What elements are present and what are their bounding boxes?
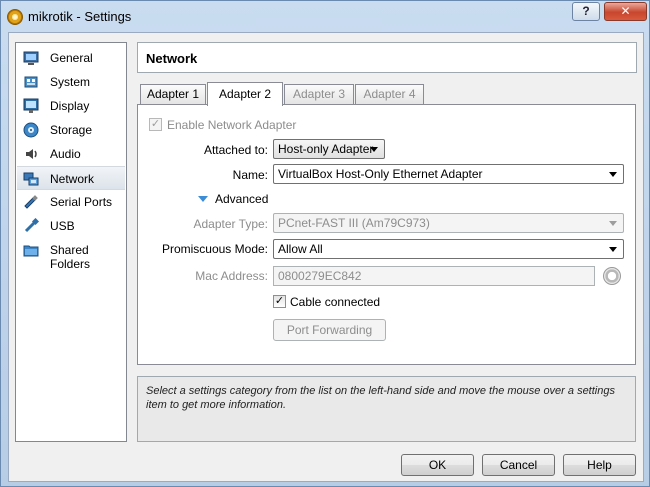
ok-button[interactable]: OK bbox=[401, 454, 474, 476]
shared-folders-icon bbox=[23, 245, 39, 257]
category-label: Display bbox=[50, 99, 90, 113]
audio-icon bbox=[26, 149, 37, 159]
tab-adapter-2[interactable]: Adapter 2 bbox=[207, 82, 283, 106]
category-item-general[interactable]: General bbox=[17, 46, 125, 70]
category-item-system[interactable]: System bbox=[17, 70, 125, 94]
dialog-client-area: General System Display Storage Audio Net… bbox=[8, 32, 644, 482]
adapter-type-select[interactable]: PCnet-FAST III (Am79C973) bbox=[273, 213, 624, 233]
chevron-down-icon bbox=[609, 221, 617, 226]
virtualbox-gear-icon bbox=[7, 9, 23, 25]
close-window-button[interactable]: ✕ bbox=[604, 2, 647, 21]
general-icon bbox=[23, 51, 39, 65]
port-forwarding-button[interactable]: Port Forwarding bbox=[273, 319, 386, 341]
cable-connected-label: Cable connected bbox=[290, 295, 381, 309]
chevron-down-icon bbox=[609, 172, 617, 177]
expand-triangle-icon[interactable] bbox=[198, 196, 208, 202]
category-label: Audio bbox=[50, 147, 81, 161]
category-item-network[interactable]: Network bbox=[17, 166, 125, 190]
tab-label: Adapter 3 bbox=[292, 87, 346, 101]
settings-window: mikrotik - Settings ? ✕ General System D… bbox=[0, 0, 650, 487]
category-label: Serial Ports bbox=[50, 195, 113, 209]
tab-adapter-3[interactable]: Adapter 3 bbox=[284, 84, 354, 105]
category-label: USB bbox=[50, 219, 75, 233]
category-item-serial-ports[interactable]: Serial Ports bbox=[17, 190, 125, 214]
storage-icon bbox=[23, 122, 39, 138]
display-icon bbox=[23, 98, 39, 113]
attached-to-label: Attached to: bbox=[203, 143, 268, 157]
category-label: Network bbox=[50, 172, 95, 186]
tab-label: Adapter 1 bbox=[146, 87, 200, 101]
enable-adapter-checkbox[interactable]: ✓ bbox=[149, 118, 162, 131]
usb-icon bbox=[24, 218, 39, 233]
attached-to-value: Host-only Adapter bbox=[278, 142, 374, 156]
category-item-storage[interactable]: Storage bbox=[17, 118, 125, 142]
window-title: mikrotik - Settings bbox=[28, 9, 132, 24]
adapter-type-value: PCnet-FAST III (Am79C973) bbox=[278, 216, 430, 230]
category-label: General bbox=[50, 51, 93, 65]
tab-adapter-4[interactable]: Adapter 4 bbox=[355, 84, 424, 105]
mac-address-label: Mac Address: bbox=[195, 269, 268, 283]
category-item-display[interactable]: Display bbox=[17, 94, 125, 118]
category-item-shared-folders[interactable]: Shared Folders bbox=[17, 238, 125, 271]
mac-address-field[interactable]: 0800279EC842 bbox=[273, 266, 595, 286]
promiscuous-mode-select[interactable]: Allow All bbox=[273, 239, 624, 259]
page-title: Network bbox=[146, 51, 198, 66]
chevron-down-icon bbox=[609, 247, 617, 252]
cancel-button[interactable]: Cancel bbox=[482, 454, 555, 476]
category-item-audio[interactable]: Audio bbox=[17, 142, 125, 166]
serial-ports-icon bbox=[24, 195, 38, 209]
advanced-toggle-label[interactable]: Advanced bbox=[215, 192, 268, 206]
category-list[interactable]: General System Display Storage Audio Net… bbox=[15, 42, 127, 442]
name-value: VirtualBox Host-Only Ethernet Adapter bbox=[278, 167, 483, 181]
tab-adapter-1[interactable]: Adapter 1 bbox=[140, 84, 206, 105]
chevron-down-icon bbox=[370, 147, 378, 152]
help-title-button[interactable]: ? bbox=[572, 2, 600, 21]
name-select[interactable]: VirtualBox Host-Only Ethernet Adapter bbox=[273, 164, 624, 184]
promiscuous-mode-label: Promiscuous Mode: bbox=[161, 242, 268, 256]
info-description: Select a settings category from the list… bbox=[137, 376, 636, 442]
attached-to-select[interactable]: Host-only Adapter bbox=[273, 139, 385, 159]
system-icon bbox=[24, 76, 38, 88]
cable-connected-checkbox[interactable]: ✓ bbox=[273, 295, 286, 308]
category-item-usb[interactable]: USB bbox=[17, 214, 125, 238]
adapter-type-label: Adapter Type: bbox=[193, 217, 269, 231]
enable-adapter-label: Enable Network Adapter bbox=[167, 118, 297, 132]
tab-label: Adapter 4 bbox=[363, 87, 416, 101]
network-icon bbox=[23, 172, 39, 186]
help-button[interactable]: Help bbox=[563, 454, 636, 476]
page-header: Network bbox=[137, 42, 637, 73]
adapter-tab-panel: ✓ Enable Network Adapter Attached to: Ho… bbox=[137, 104, 636, 365]
mac-address-value: 0800279EC842 bbox=[278, 269, 362, 283]
name-label: Name: bbox=[232, 168, 268, 182]
tab-label: Adapter 2 bbox=[218, 87, 272, 101]
category-label: System bbox=[50, 75, 91, 89]
category-label: Storage bbox=[50, 123, 93, 137]
title-bar: mikrotik - Settings ? ✕ bbox=[1, 1, 649, 32]
promiscuous-mode-value: Allow All bbox=[278, 242, 323, 256]
category-label: Shared Folders bbox=[50, 243, 91, 271]
generate-mac-refresh-icon[interactable] bbox=[603, 267, 621, 285]
